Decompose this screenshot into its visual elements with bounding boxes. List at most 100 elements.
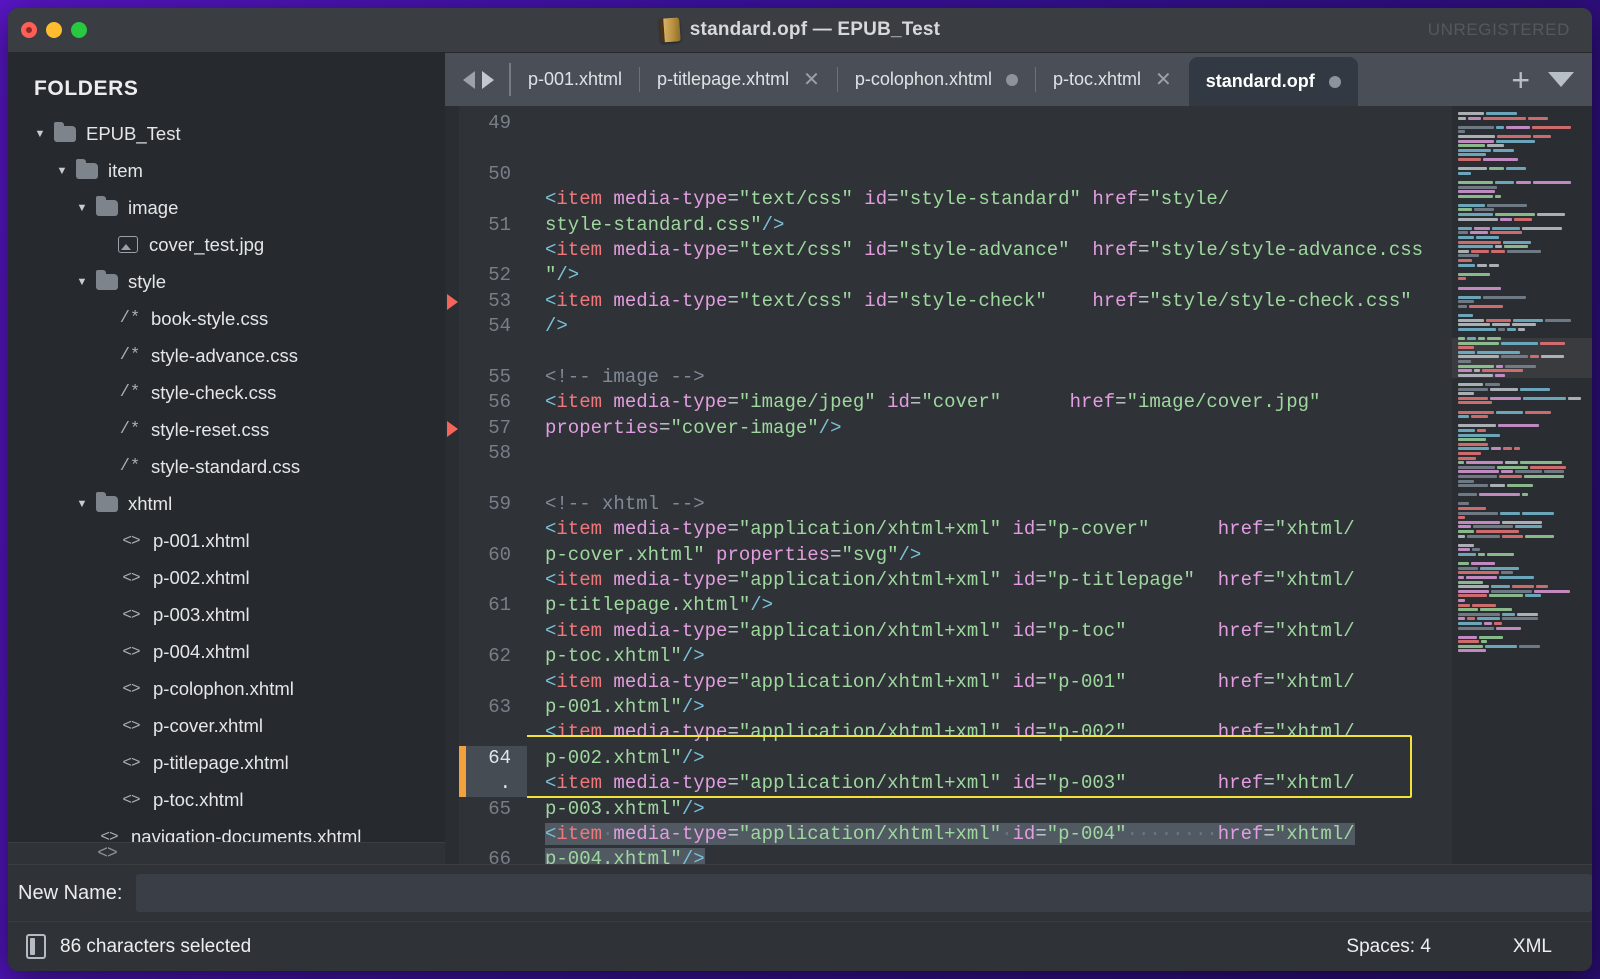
tree-item-p-toc-xhtml[interactable]: <> p-toc.xhtml	[8, 781, 445, 818]
minimap-token	[1458, 548, 1470, 552]
minimap-token	[1487, 144, 1504, 148]
tree-item-book-style-css[interactable]: /* book-style.css	[8, 300, 445, 337]
tree-item-style-check-css[interactable]: /* style-check.css	[8, 374, 445, 411]
minimap-token	[1458, 534, 1465, 538]
tab-label: p-001.xhtml	[528, 69, 623, 89]
disclosure-triangle-icon[interactable]: ▼	[72, 276, 92, 288]
nav-back-arrow-icon[interactable]	[463, 70, 475, 89]
code-token: "p-toc"	[1046, 619, 1127, 642]
code-token: properties	[716, 543, 831, 566]
minimap-line	[1458, 626, 1588, 630]
code-token: />	[556, 264, 580, 287]
tab-label: p-titlepage.xhtml	[657, 69, 790, 89]
indent-setting[interactable]: Spaces: 4	[1346, 936, 1431, 958]
close-window-button[interactable]	[21, 22, 37, 38]
minimap-line	[1458, 378, 1588, 381]
breakpoint-gutter[interactable]	[445, 106, 459, 864]
chevron-down-icon[interactable]	[1548, 72, 1574, 87]
disclosure-triangle-icon[interactable]: ▼	[72, 202, 92, 214]
breakpoint-marker-54[interactable]	[447, 293, 458, 310]
tree-item-cover-test-jpg[interactable]: cover_test.jpg	[8, 226, 445, 263]
tab-standard-opf[interactable]: standard.opf	[1188, 57, 1358, 106]
tree-item-label: style-standard.css	[151, 455, 301, 477]
tab-p-toc-xhtml[interactable]: p-toc.xhtml ✕	[1036, 53, 1189, 106]
tab-label: standard.opf	[1205, 71, 1315, 91]
minimap-token	[1458, 470, 1499, 474]
tree-item-style-advance-css[interactable]: /* style-advance.css	[8, 337, 445, 374]
code-token: <!-- xhtml -->	[545, 492, 705, 515]
minimap-token	[1487, 553, 1514, 556]
tree-item-style-reset-css[interactable]: /* style-reset.css	[8, 411, 445, 448]
minimap-token	[1496, 125, 1504, 129]
code-token: =	[1035, 569, 1047, 592]
minimap-token	[1520, 461, 1562, 465]
minimap-token	[1490, 396, 1521, 400]
close-tab-icon[interactable]: ✕	[1155, 70, 1172, 90]
tree-item-epub-test[interactable]: ▼ EPUB_Test	[8, 115, 445, 152]
tab-p-colophon-xhtml[interactable]: p-colophon.xhtml	[838, 53, 1035, 106]
minimap-token	[1458, 263, 1475, 267]
code-token: media-type	[613, 721, 728, 744]
minimap-token	[1512, 585, 1534, 589]
tree-item-style[interactable]: ▼ style	[8, 263, 445, 300]
add-tab-icon[interactable]: +	[1511, 64, 1530, 96]
code-editor[interactable]: 49.50.51.525354.55565758.59.60.61.62.63.…	[445, 106, 1592, 864]
code-text-area[interactable]: <item media-type="text/css" id="style-st…	[527, 106, 1452, 864]
code-minimap[interactable]	[1452, 106, 1592, 864]
file-tree[interactable]: ▼ EPUB_Test ▼ item ▼ image cover_test.jpg ▼ styl…	[8, 113, 445, 842]
minimap-token	[1522, 493, 1528, 497]
tree-item-p-titlepage-xhtml[interactable]: <> p-titlepage.xhtml	[8, 744, 445, 781]
tree-item-xhtml[interactable]: ▼ xhtml	[8, 485, 445, 522]
minimap-line	[1458, 424, 1588, 428]
minimap-token	[1512, 323, 1536, 327]
minimap-line	[1458, 333, 1588, 336]
disclosure-triangle-icon[interactable]: ▼	[30, 128, 50, 140]
minimap-token	[1471, 415, 1488, 419]
language-mode[interactable]: XML	[1513, 936, 1552, 958]
disclosure-triangle-icon[interactable]: ▼	[52, 165, 72, 177]
maximize-window-button[interactable]	[71, 22, 87, 38]
tree-item-item[interactable]: ▼ item	[8, 152, 445, 189]
tree-item-p-002-xhtml[interactable]: <> p-002.xhtml	[8, 559, 445, 596]
rename-input[interactable]	[136, 874, 1592, 912]
code-token: id	[1012, 772, 1036, 795]
minimap-line	[1458, 608, 1588, 612]
code-token: id	[1012, 822, 1036, 845]
tab-p-titlepage-xhtml[interactable]: p-titlepage.xhtml ✕	[640, 53, 837, 106]
tree-item-p-cover-xhtml[interactable]: <> p-cover.xhtml	[8, 707, 445, 744]
tree-item-p-001-xhtml[interactable]: <> p-001.xhtml	[8, 522, 445, 559]
minimap-token	[1503, 447, 1512, 451]
close-tab-icon[interactable]: ✕	[803, 70, 820, 90]
tree-item-image[interactable]: ▼ image	[8, 189, 445, 226]
code-line-60: <item media-type="application/xhtml+xml"…	[545, 619, 1452, 644]
tree-item-p-003-xhtml[interactable]: <> p-003.xhtml	[8, 596, 445, 633]
disclosure-triangle-icon[interactable]: ▼	[72, 498, 92, 510]
unsaved-dot-icon[interactable]	[1328, 75, 1341, 88]
tabs-host: p-001.xhtml p-titlepage.xhtml ✕ p-colophon.…	[511, 53, 1358, 106]
nav-forward-arrow-icon[interactable]	[482, 70, 494, 89]
minimap-line	[1458, 314, 1588, 318]
tree-item-p-colophon-xhtml[interactable]: <> p-colophon.xhtml	[8, 670, 445, 707]
code-token: href	[1217, 670, 1264, 693]
tree-item-style-standard-css[interactable]: /* style-standard.css	[8, 448, 445, 485]
tab-nav-arrows[interactable]	[445, 53, 509, 106]
unsaved-dot-icon[interactable]	[1005, 73, 1018, 86]
breakpoint-marker-58[interactable]	[447, 420, 458, 437]
minimap-token	[1458, 580, 1483, 584]
code-token: "style-check"	[898, 289, 1047, 312]
tree-item-navigation-documents-xhtml[interactable]: <> navigation-documents.xhtml	[8, 818, 445, 843]
code-token: =	[727, 569, 739, 592]
minimap-line	[1458, 194, 1588, 198]
code-token: "p-004"	[1046, 822, 1127, 845]
tree-item-p-004-xhtml[interactable]: <> p-004.xhtml	[8, 633, 445, 670]
minimap-token	[1458, 277, 1466, 281]
minimap-token	[1568, 396, 1581, 400]
minimize-window-button[interactable]	[46, 22, 62, 38]
minimap-token	[1499, 575, 1534, 579]
tab-p-001-xhtml[interactable]: p-001.xhtml	[511, 53, 639, 106]
minimap-token	[1474, 208, 1494, 212]
file-tree-clipped-row[interactable]: <>	[8, 842, 445, 864]
code-token: "application/xhtml+xml"	[738, 670, 1002, 693]
